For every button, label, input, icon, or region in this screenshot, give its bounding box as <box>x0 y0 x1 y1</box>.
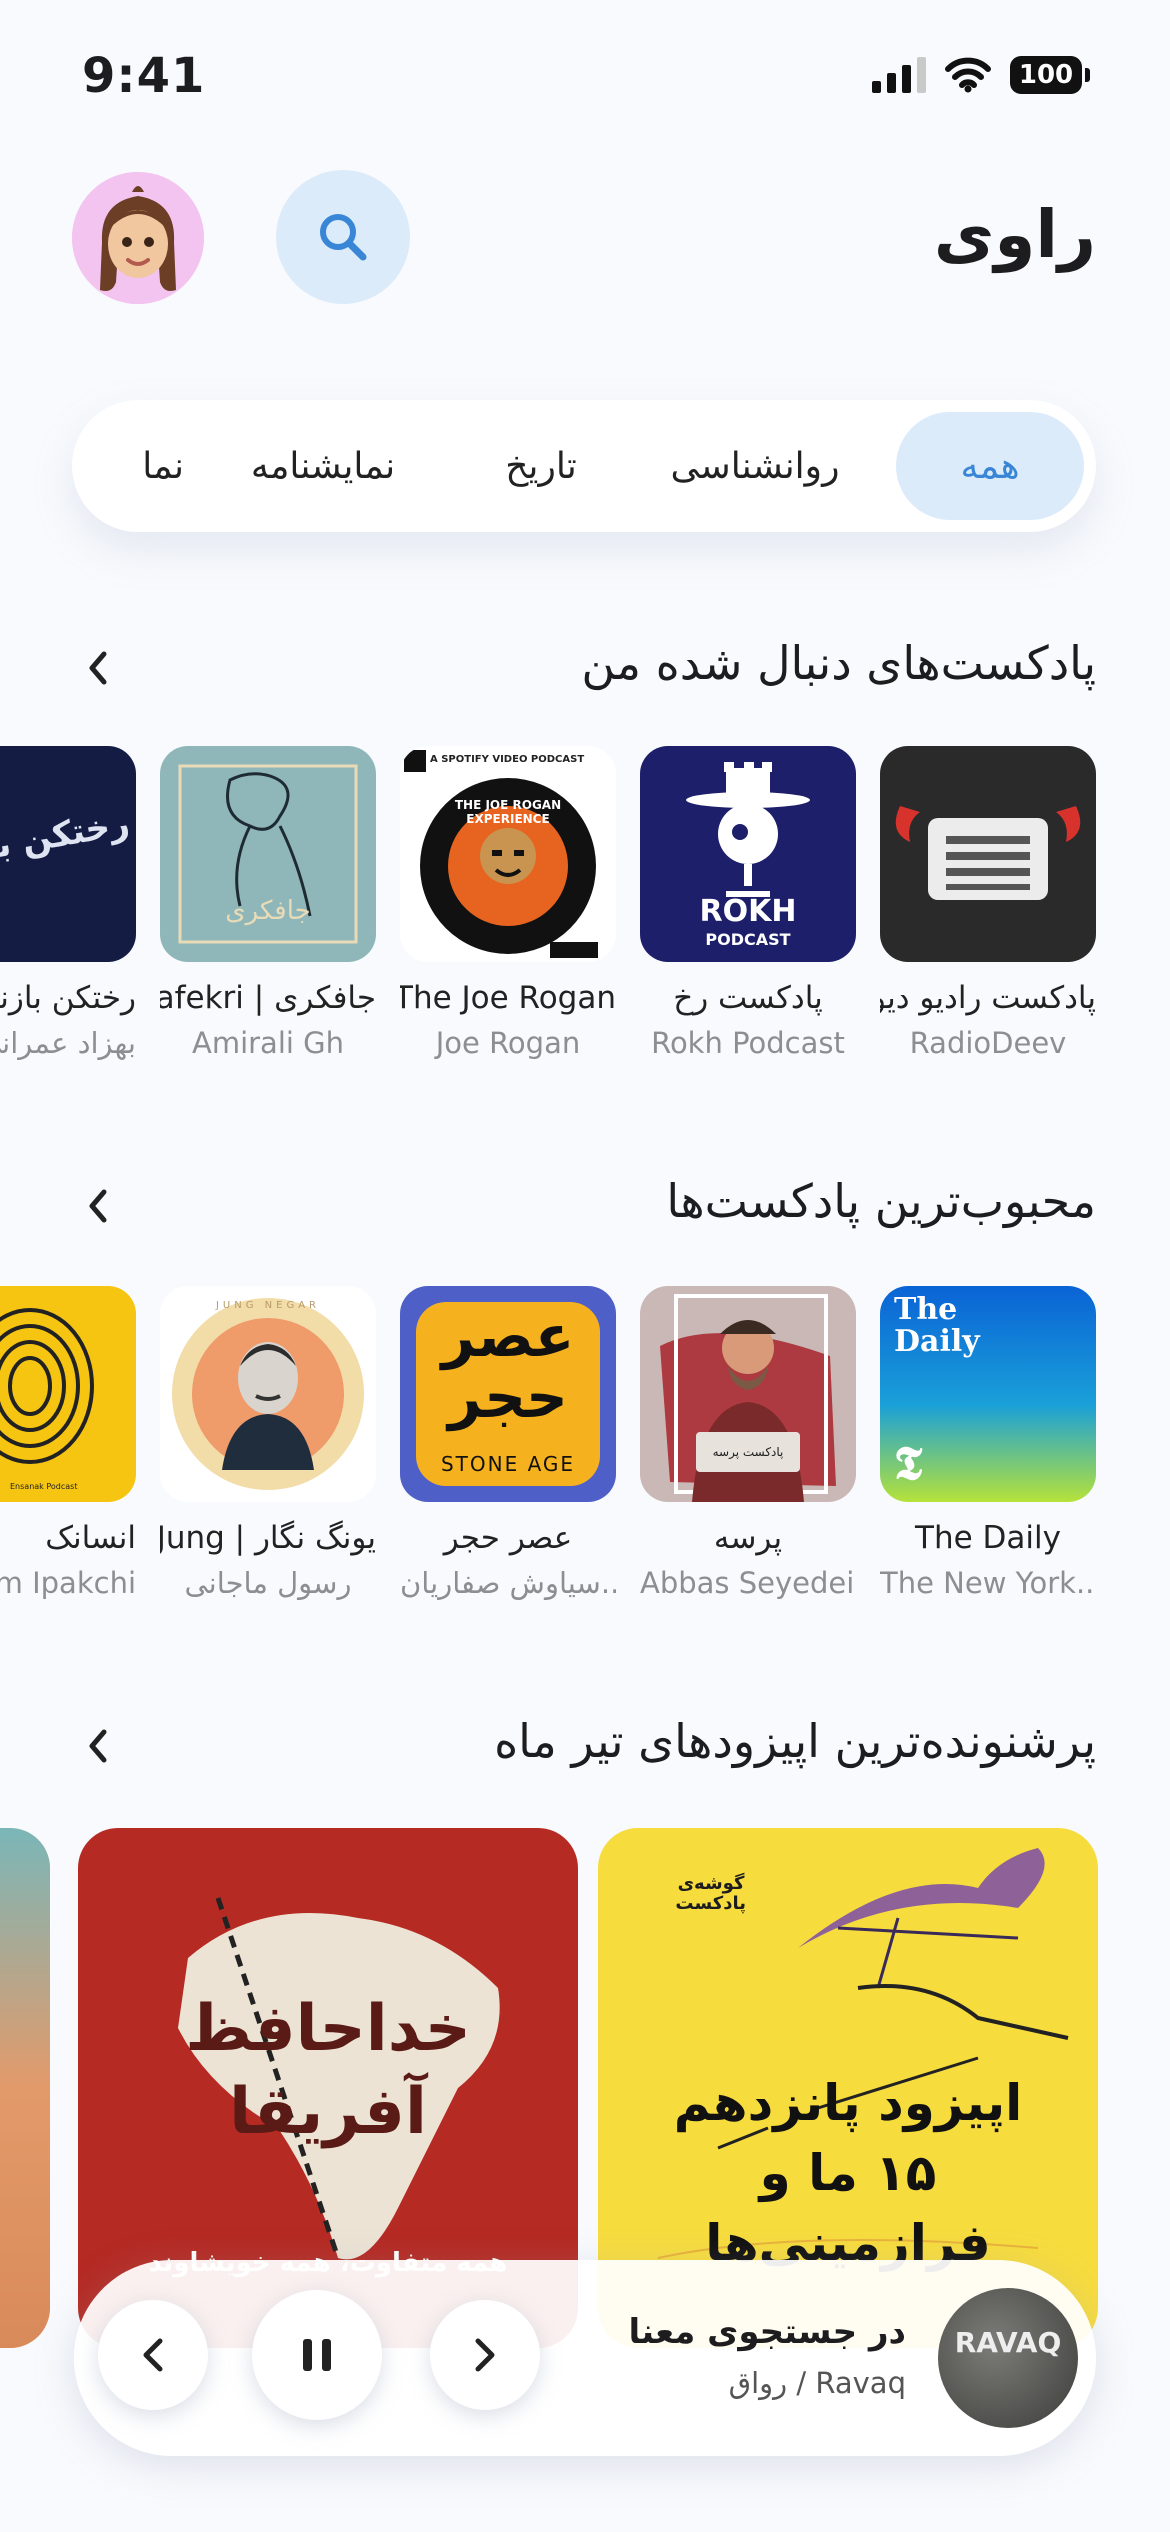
status-icons: 100 <box>872 56 1090 94</box>
podcast-card[interactable]: جافکری جافکری | Jafekri Amirali Gh <box>160 746 376 1060</box>
podcast-author: Joe Rogan <box>435 1026 581 1060</box>
podcast-card[interactable]: پادکست پرسه پرسه Abbas Seyedein <box>640 1286 856 1600</box>
app-screen: 9:41 100 راوی همه روانشناسی تاریخ نمایشن… <box>0 0 1170 2532</box>
cover-text: عصر حجر <box>441 1302 575 1431</box>
podcast-card[interactable]: رختکن بازنده رختکن بازند بهزاد عمرانی <box>0 746 136 1060</box>
battery-level: 100 <box>1010 56 1082 94</box>
player-cover-text: RAVAQ <box>954 2326 1062 2359</box>
podcast-cover: ROKH PODCAST <box>640 746 856 962</box>
podcast-title: عصر حجر <box>443 1520 573 1556</box>
section-title-followed: پادکست‌های دنبال شده من <box>581 636 1096 690</box>
podcast-cover: Ensanak Podcast <box>0 1286 136 1502</box>
avatar[interactable] <box>72 172 204 304</box>
cellular-signal-icon <box>872 57 926 93</box>
tab-psychology[interactable]: روانشناسی <box>650 412 860 520</box>
podcast-title: پادکست رخ <box>673 980 823 1016</box>
player-title: در جستجوی معنا <box>628 2312 906 2352</box>
podcast-cover: The Daily 𝕿 <box>880 1286 1096 1502</box>
search-icon <box>320 214 367 261</box>
status-bar: 9:41 100 <box>0 0 1170 150</box>
podcast-card[interactable]: ROKH PODCAST پادکست رخ Rokh Podcast <box>640 746 856 1060</box>
memoji-avatar-icon <box>72 172 204 304</box>
podcast-author: Abbas Seyedein <box>640 1566 856 1600</box>
next-button[interactable] <box>430 2300 540 2410</box>
podcast-cover: JUNG NEGAR <box>160 1286 376 1502</box>
cover-text: The Daily <box>894 1292 980 1359</box>
podcast-card[interactable]: JUNG NEGAR یونگ نگار | Jung... رسول ماجا… <box>160 1286 376 1600</box>
podcast-cover: پادکست پرسه <box>640 1286 856 1502</box>
podcast-card[interactable]: The Daily 𝕿 The Daily The New York... <box>880 1286 1096 1600</box>
episode-title: خداحافظ آفریقا <box>185 1992 471 2150</box>
podcast-card[interactable]: پادکست رادیو دیو RadioDeev <box>880 746 1096 1060</box>
podcast-author: Amirali Gh <box>191 1026 345 1060</box>
podcast-cover: جافکری <box>160 746 376 962</box>
nyt-logo-icon: 𝕿 <box>894 1436 923 1490</box>
player-subtitle: رواق / Ravaq <box>728 2366 906 2400</box>
section-title-popular: محبوب‌ترین پادکست‌ها <box>666 1174 1096 1228</box>
player-cover: RAVAQ <box>938 2288 1078 2428</box>
previous-button[interactable] <box>98 2300 208 2410</box>
episode-card[interactable] <box>0 1828 50 2348</box>
mini-player[interactable]: RAVAQ در جستجوی معنا رواق / Ravaq <box>74 2260 1096 2456</box>
cover-subtext: STONE AGE <box>440 1452 576 1476</box>
sketch-face-icon <box>178 764 358 944</box>
joe-rogan-logo-icon <box>404 750 598 958</box>
battery-icon: 100 <box>1010 56 1090 94</box>
podcast-author: Rokh Podcast <box>651 1026 845 1060</box>
podcast-title: رختکن بازند <box>0 980 136 1016</box>
cover-text: Ensanak Podcast <box>10 1482 78 1491</box>
podcast-title: انسانک <box>45 1520 136 1556</box>
cover-text: ROKH <box>699 894 797 929</box>
search-button[interactable] <box>276 170 410 304</box>
episode-title: اپیزود پانزدهم ۱۵ ما و فرازمینی‌ها <box>673 2074 1023 2272</box>
podcast-cover: عصر حجر STONE AGE <box>400 1286 616 1502</box>
podcast-title: The Joe Rogan <box>400 980 616 1016</box>
podcast-title: پادکست رادیو دیو <box>880 980 1096 1016</box>
page-title: راوی <box>933 196 1096 273</box>
podcast-author: بهزاد عمرانی <box>0 1026 136 1060</box>
podcast-title: جافکری | Jafekri <box>160 980 376 1016</box>
previous-icon <box>143 2338 163 2372</box>
podcast-title: The Daily <box>915 1520 1061 1556</box>
cover-text: JUNG NEGAR <box>215 1300 320 1311</box>
portrait-medallion-icon <box>172 1298 364 1490</box>
category-tabs: همه روانشناسی تاریخ نمایشنامه نما <box>72 400 1096 532</box>
chevron-left-icon[interactable] <box>78 648 118 688</box>
podcast-cover: رختکن بازنده <box>0 746 136 962</box>
podcast-card[interactable]: A SPOTIFY VIDEO PODCAST THE JOE ROGAN EX… <box>400 746 616 1060</box>
podcast-cover: A SPOTIFY VIDEO PODCAST THE JOE ROGAN EX… <box>400 746 616 962</box>
podcast-author: رسول ماجانی <box>184 1566 352 1600</box>
cover-text: گوشه‌ی پادکست <box>675 1873 746 1914</box>
podcast-author: m Ipakchi <box>0 1566 136 1600</box>
podcast-card[interactable]: Ensanak Podcast انسانک m Ipakchi <box>0 1286 136 1600</box>
podcast-title: پرسه <box>713 1520 783 1556</box>
wifi-icon <box>945 57 991 93</box>
tab-all[interactable]: همه <box>896 412 1084 520</box>
next-icon <box>475 2338 495 2372</box>
cover-text: رختکن بازنده <box>0 803 133 881</box>
podcast-card[interactable]: عصر حجر STONE AGE عصر حجر سیاوش صفاریان.… <box>400 1286 616 1600</box>
cover-subtext: PODCAST <box>705 930 791 949</box>
cover-text: پادکست پرسه <box>696 1432 800 1472</box>
podcast-title: یونگ نگار | Jung... <box>160 1520 376 1556</box>
radio-icon <box>895 806 1081 900</box>
fingerprint-icon <box>0 1308 94 1464</box>
podcast-author: سیاوش صفاریان... <box>400 1566 616 1600</box>
cover-text: جافکری <box>225 896 311 926</box>
chevron-left-icon[interactable] <box>78 1186 118 1226</box>
pause-button[interactable] <box>252 2290 382 2420</box>
podcast-author: RadioDeev <box>909 1026 1067 1060</box>
tab-drama[interactable]: نمایشنامه <box>218 412 428 520</box>
podcast-author: The New York... <box>880 1566 1096 1600</box>
status-time: 9:41 <box>82 48 206 104</box>
tab-more[interactable]: نما <box>72 412 184 520</box>
cover-subtext: THE JOE ROGAN EXPERIENCE <box>454 798 562 827</box>
podcast-cover <box>880 746 1096 962</box>
chevron-left-icon[interactable] <box>78 1726 118 1766</box>
pause-icon <box>303 2339 331 2371</box>
section-title-episodes: پرشنونده‌ترین اپیزودهای تیر ماه <box>494 1714 1096 1768</box>
tab-history[interactable]: تاریخ <box>466 412 616 520</box>
